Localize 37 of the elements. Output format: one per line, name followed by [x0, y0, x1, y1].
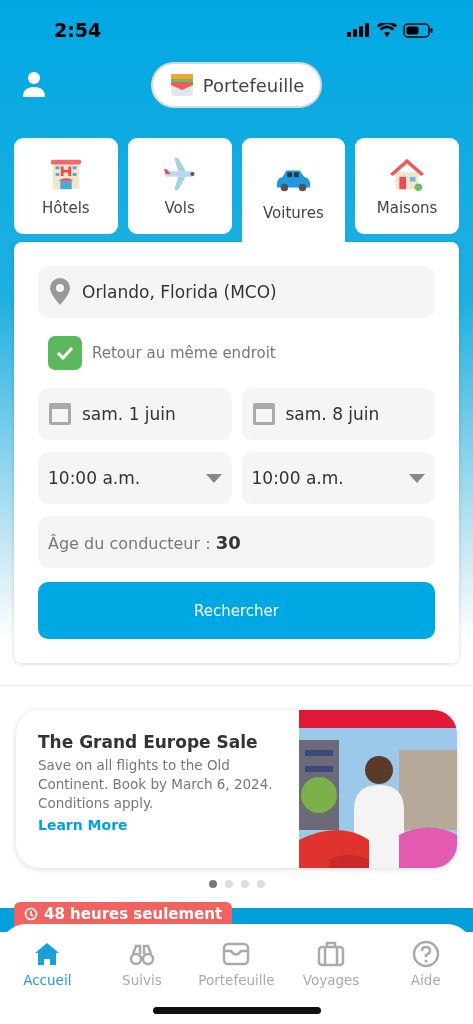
tag-label: 48 heures seulement: [44, 905, 223, 923]
category-tab[interactable]: Hôtels: [14, 138, 118, 234]
checkbox-label: Retour au même endroit: [92, 344, 276, 362]
page-dot[interactable]: [240, 880, 249, 888]
driver-age-field[interactable]: Âge du conducteur : 30: [38, 516, 435, 568]
caret-icon: [409, 473, 425, 483]
battery-icon: [403, 22, 433, 38]
check-icon: [56, 346, 74, 360]
status-time: 2:54: [54, 19, 102, 41]
wifi-icon: [377, 23, 397, 37]
clock-icon: [24, 907, 38, 921]
location-field[interactable]: Orlando, Florida (MCO): [38, 266, 435, 318]
checkbox[interactable]: [48, 336, 82, 370]
calendar-icon: [48, 402, 72, 426]
profile-icon[interactable]: [22, 70, 46, 98]
date-field[interactable]: sam. 1 juin: [38, 388, 232, 440]
wallet-icon: [222, 940, 251, 968]
page-dot[interactable]: [224, 880, 233, 888]
suitcase-icon: [317, 940, 346, 968]
page-dot[interactable]: [256, 880, 265, 888]
category-tab[interactable]: Maisons: [355, 138, 459, 234]
time-dropdown[interactable]: 10:00 a.m.: [38, 452, 232, 504]
promo-title: The Grand Europe Sale: [38, 732, 259, 752]
wallet-icon: [168, 72, 195, 98]
time-dropdown[interactable]: 10:00 a.m.: [241, 452, 435, 504]
date-field[interactable]: sam. 8 juin: [241, 388, 435, 440]
wallet-button[interactable]: Portefeuille: [150, 62, 323, 108]
location-pin-icon: [48, 278, 72, 306]
promo-card[interactable]: The Grand Europe Sale Save on all flights to the Old Continent. Book by March 6, 2024. Conditions apply. Learn More: [16, 710, 457, 868]
promo-description: Save on all flights to the Old Continent. Book by March 6, 2024. Conditions apply.: [38, 756, 274, 813]
help-icon: [411, 940, 440, 968]
caret-icon: [205, 473, 222, 483]
category-tab[interactable]: Voitures: [241, 138, 346, 244]
category-tab[interactable]: Vols: [127, 138, 232, 234]
calendar-icon: [251, 402, 276, 426]
signal-icon: [347, 23, 371, 37]
page-dot[interactable]: [208, 880, 217, 888]
